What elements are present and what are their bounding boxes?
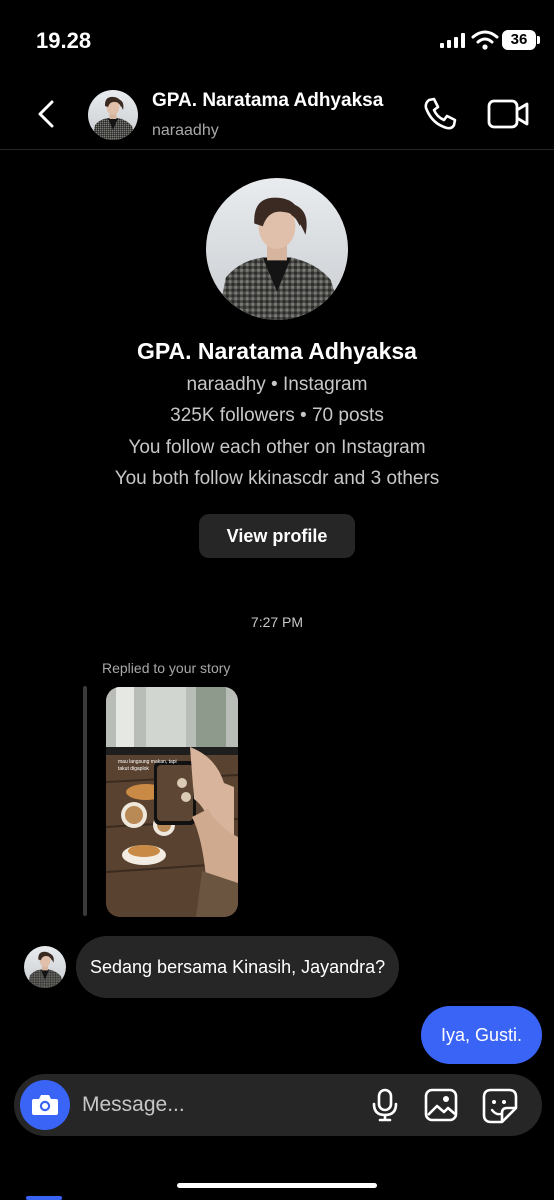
chevron-left-icon[interactable] (32, 96, 62, 132)
outgoing-message[interactable]: Iya, Gusti. (420, 1006, 542, 1064)
camera-button[interactable] (20, 1080, 70, 1130)
svg-text:takut digaplok: takut digaplok (118, 766, 149, 772)
message-timestamp: 7:27 PM (250, 614, 304, 630)
status-bar: 19.28 36 (0, 0, 554, 80)
phone-icon[interactable] (420, 94, 460, 134)
image-icon[interactable] (424, 1088, 458, 1122)
header-username[interactable]: naraadhy (152, 122, 219, 140)
message-input[interactable] (82, 1091, 342, 1119)
sender-avatar[interactable] (24, 946, 66, 988)
bottom-accent-bar (26, 1196, 62, 1200)
incoming-message[interactable]: Sedang bersama Kinasih, Jayandra? (76, 936, 400, 998)
microphone-icon[interactable] (368, 1088, 402, 1122)
profile-name: GPA. Naratama Adhyaksa (137, 338, 417, 364)
avatar[interactable] (88, 90, 138, 140)
wifi-icon (471, 30, 499, 50)
profile-avatar[interactable] (206, 178, 348, 320)
cellular-signal-icon (440, 33, 465, 48)
profile-common-follows: You both follow kkinascdr and 3 others (114, 468, 440, 489)
profile-stats: 325K followers • 70 posts (170, 405, 384, 426)
sticker-icon[interactable] (482, 1088, 518, 1124)
message-composer (14, 1074, 542, 1136)
battery-indicator: 36 (502, 30, 540, 50)
svg-text:mau langsung makan, tapi: mau langsung makan, tapi (118, 759, 177, 765)
profile-mutual-follow: You follow each other on Instagram (128, 437, 426, 458)
profile-username-line: naraadhy • Instagram (186, 374, 368, 395)
reply-indicator-bar (83, 686, 87, 916)
view-profile-button[interactable]: View profile (199, 514, 355, 558)
chat-header: GPA. Naratama Adhyaksa naraadhy (0, 80, 554, 150)
status-time: 19.28 (36, 28, 92, 53)
video-camera-icon[interactable] (486, 94, 530, 134)
header-name[interactable]: GPA. Naratama Adhyaksa (152, 90, 383, 112)
home-indicator[interactable] (177, 1183, 377, 1188)
camera-icon (32, 1095, 58, 1115)
story-reply-label: Replied to your story (102, 660, 231, 676)
story-thumbnail[interactable]: mau langsung makan, tapi takut digaplok (106, 687, 238, 917)
